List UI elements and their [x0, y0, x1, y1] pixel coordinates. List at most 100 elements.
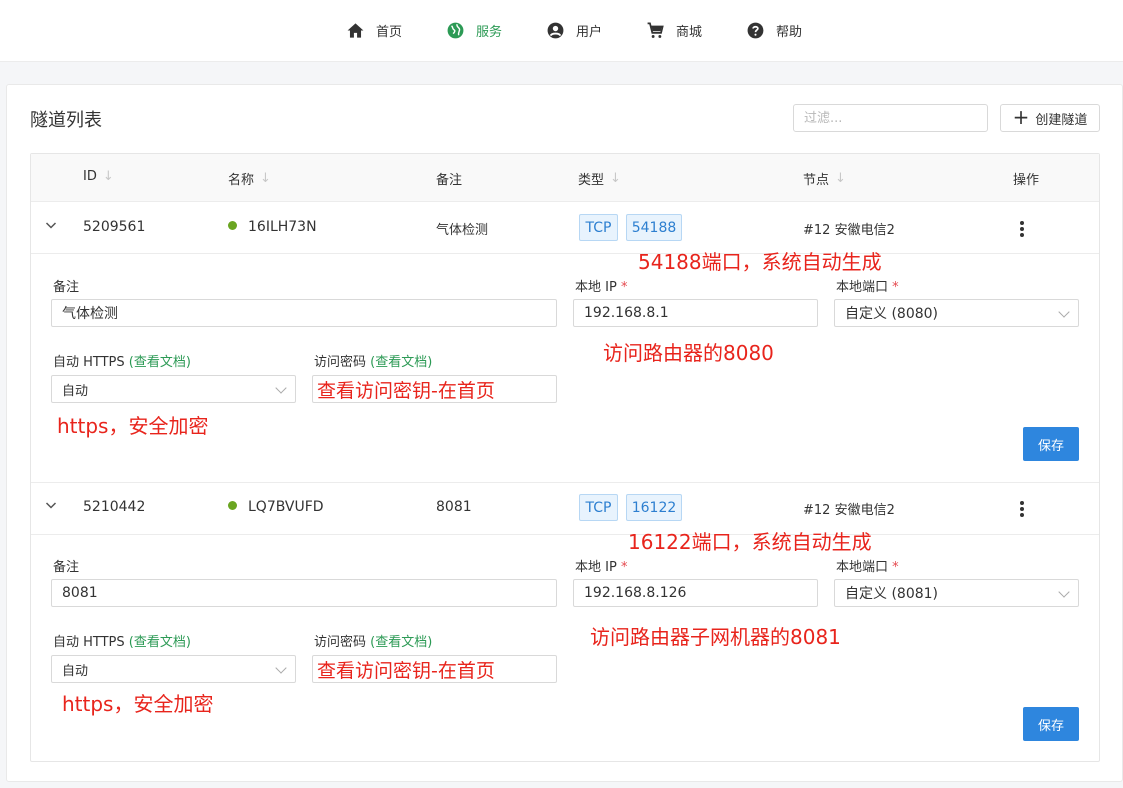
- local-ip-label: 本地 IP *: [575, 276, 627, 295]
- nav-item-help[interactable]: 帮助: [746, 19, 802, 41]
- note-label: 备注: [53, 560, 80, 575]
- https-label: 自动 HTTPS (查看文档): [53, 351, 191, 370]
- tunnel-name-text: 16ILH73N: [248, 219, 317, 235]
- https-select[interactable]: 自动: [51, 655, 296, 683]
- password-doc-link[interactable]: (查看文档): [370, 355, 432, 370]
- https-label: 自动 HTTPS (查看文档): [53, 631, 191, 650]
- password-field[interactable]: 查看访问密钥-在首页: [312, 375, 557, 403]
- column-header-note: 备注: [436, 169, 462, 188]
- local-port-select[interactable]: 自定义 (8080): [834, 299, 1079, 327]
- create-tunnel-button[interactable]: + 创建隧道: [1000, 104, 1100, 132]
- column-label: ID: [83, 169, 97, 184]
- https-label-text: 自动 HTTPS: [53, 355, 125, 370]
- required-mark: *: [892, 560, 899, 575]
- home-icon: [347, 22, 364, 38]
- password-label-text: 访问密码: [314, 355, 367, 370]
- local-ip-field[interactable]: 192.168.8.1: [573, 299, 818, 327]
- protocol-tag: TCP: [579, 214, 618, 241]
- password-doc-link[interactable]: (查看文档): [370, 635, 432, 650]
- plus-icon: +: [1012, 105, 1030, 129]
- help-icon: [747, 22, 764, 38]
- column-label: 节点: [803, 173, 830, 188]
- more-options-icon[interactable]: [1020, 221, 1024, 239]
- sort-icon: ↓: [260, 171, 271, 186]
- column-header-name[interactable]: 名称 ↓: [228, 169, 271, 188]
- note-field[interactable]: 8081: [51, 579, 557, 607]
- filter-input[interactable]: [793, 104, 988, 132]
- local-port-label: 本地端口 *: [836, 556, 899, 575]
- collapse-chevron-icon[interactable]: [45, 219, 57, 234]
- https-doc-link[interactable]: (查看文档): [129, 355, 191, 370]
- note-label: 备注: [53, 280, 80, 295]
- annotation-https: https，安全加密: [62, 692, 214, 716]
- save-button[interactable]: 保存: [1023, 707, 1079, 741]
- port-tag: 54188: [626, 214, 682, 241]
- tunnel-node: #12 安徽电信2: [803, 503, 895, 518]
- tunnel-id: 5209561: [83, 219, 146, 235]
- port-tag: 16122: [626, 494, 682, 521]
- column-header-id[interactable]: ID ↓: [83, 169, 114, 184]
- sort-icon: ↓: [610, 171, 621, 186]
- status-online-icon: [228, 221, 237, 230]
- local-ip-label-text: 本地 IP: [575, 560, 617, 575]
- sort-icon: ↓: [835, 171, 846, 186]
- protocol-tag: TCP: [579, 494, 618, 521]
- nav-label: 首页: [376, 24, 403, 40]
- local-port-select[interactable]: 自定义 (8081): [834, 579, 1079, 607]
- tunnel-name: LQ7BVUFD: [228, 499, 324, 515]
- column-label: 名称: [228, 173, 255, 188]
- column-header-node[interactable]: 节点 ↓: [803, 169, 846, 188]
- table-row[interactable]: [31, 483, 1099, 535]
- https-doc-link[interactable]: (查看文档): [129, 635, 191, 650]
- local-ip-label: 本地 IP *: [575, 556, 627, 575]
- nav-label: 商城: [676, 24, 703, 40]
- tunnel-name: 16ILH73N: [228, 219, 317, 235]
- local-port-label: 本地端口 *: [836, 276, 899, 295]
- top-nav: 首页 服务 用户 商城 帮助: [0, 0, 1123, 62]
- password-label: 访问密码 (查看文档): [314, 631, 432, 650]
- nav-item-home[interactable]: 首页: [346, 19, 402, 41]
- table-header: [31, 154, 1099, 202]
- tunnel-note: 8081: [436, 499, 472, 515]
- chevron-down-icon: [1058, 586, 1070, 598]
- save-button[interactable]: 保存: [1023, 427, 1079, 461]
- create-tunnel-label: 创建隧道: [1035, 112, 1088, 128]
- table-row[interactable]: [31, 202, 1099, 254]
- column-label: 操作: [1013, 173, 1040, 188]
- cart-icon: [647, 22, 664, 38]
- collapse-chevron-icon[interactable]: [45, 499, 57, 514]
- annotation-port: 54188端口，系统自动生成: [638, 250, 882, 274]
- https-select[interactable]: 自动: [51, 375, 296, 403]
- password-field[interactable]: 查看访问密钥-在首页: [312, 655, 557, 683]
- required-mark: *: [620, 280, 628, 295]
- nav-label: 服务: [476, 24, 503, 40]
- page-title: 隧道列表: [30, 110, 102, 131]
- column-label: 备注: [436, 173, 463, 188]
- status-online-icon: [228, 501, 237, 510]
- chevron-down-icon: [275, 382, 287, 394]
- nav-item-users[interactable]: 用户: [546, 19, 602, 41]
- password-label: 访问密码 (查看文档): [314, 351, 432, 370]
- nav-label: 用户: [576, 24, 603, 40]
- required-mark: *: [620, 560, 628, 575]
- local-port-label-text: 本地端口: [836, 560, 889, 575]
- local-port-value: 自定义 (8081): [845, 586, 939, 602]
- local-ip-label-text: 本地 IP: [575, 280, 617, 295]
- user-icon: [547, 22, 564, 38]
- note-field[interactable]: 气体检测: [51, 299, 557, 327]
- nav-label: 帮助: [776, 24, 803, 40]
- annotation-ip: 访问路由器的8080: [603, 341, 774, 365]
- local-port-value: 自定义 (8080): [845, 306, 939, 322]
- https-value: 自动: [62, 383, 89, 399]
- required-mark: *: [892, 280, 899, 295]
- column-header-type[interactable]: 类型 ↓: [578, 169, 621, 188]
- more-options-icon[interactable]: [1020, 501, 1024, 519]
- local-ip-field[interactable]: 192.168.8.126: [573, 579, 818, 607]
- tunnel-node: #12 安徽电信2: [803, 223, 895, 238]
- globe-icon: [447, 22, 464, 38]
- annotation-ip: 访问路由器子网机器的8081: [590, 625, 841, 649]
- column-label: 类型: [578, 173, 605, 188]
- nav-item-services[interactable]: 服务: [446, 19, 502, 41]
- nav-item-shop[interactable]: 商城: [646, 19, 702, 41]
- local-port-label-text: 本地端口: [836, 280, 889, 295]
